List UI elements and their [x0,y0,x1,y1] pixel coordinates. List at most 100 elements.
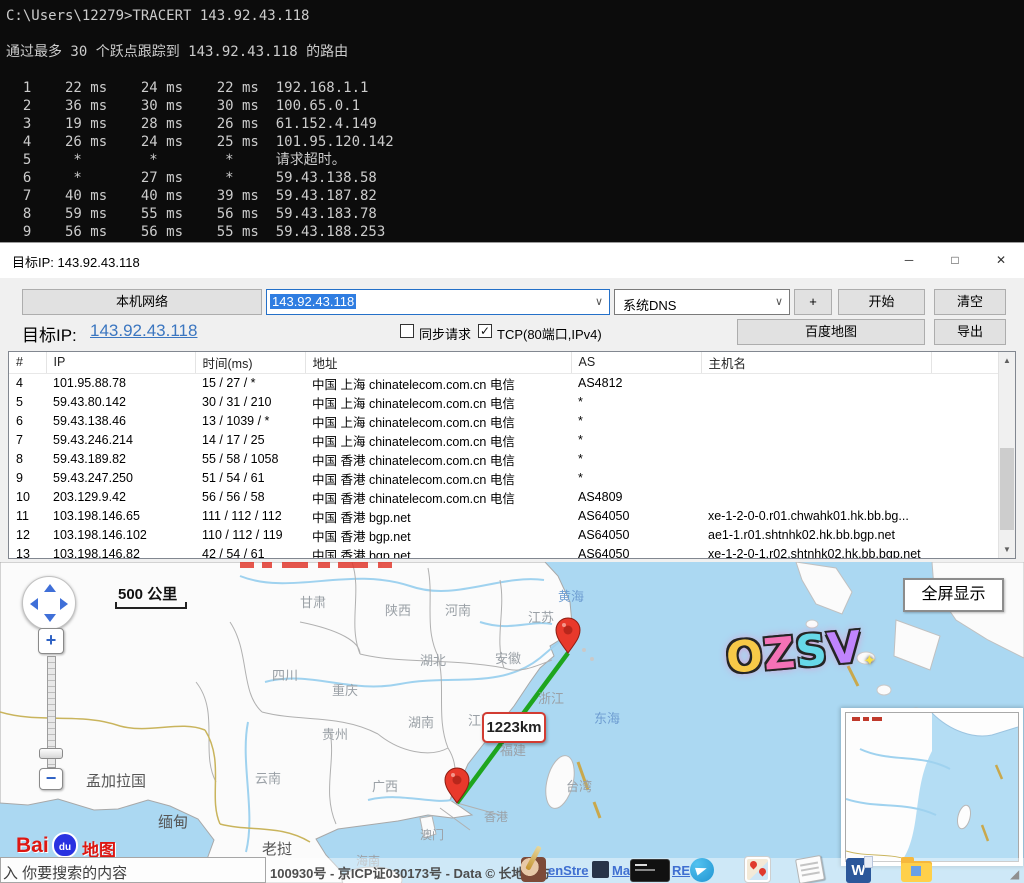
sync-request-checkbox[interactable] [400,324,414,338]
hop-table: #IP时间(ms)地址AS主机名 4101.95.88.7815 / 27 / … [8,351,1016,559]
table-cell [931,393,998,412]
local-network-button[interactable]: 本机网络 [22,289,262,315]
vertical-scrollbar[interactable]: ▲ ▼ [998,352,1015,558]
titlebar: 目标IP: 143.92.43.118 ─ □ ✕ [0,243,1024,278]
scrollbar-thumb[interactable] [1000,448,1014,530]
scroll-up-icon[interactable]: ▲ [999,352,1015,369]
table-cell [931,488,998,507]
table-cell [701,373,931,393]
clear-button[interactable]: 清空 [934,289,1006,315]
table-row[interactable]: 859.43.189.8255 / 58 / 1058中国 香港 chinate… [9,450,998,469]
minimize-button[interactable]: ─ [886,243,932,278]
table-row[interactable]: 4101.95.88.7815 / 27 / *中国 上海 chinatelec… [9,373,998,393]
baidu-map-button[interactable]: 百度地图 [737,319,925,345]
close-button[interactable]: ✕ [978,243,1024,278]
attribution-link[interactable]: enStre [548,863,588,878]
notepad-icon[interactable] [795,855,825,883]
table-row[interactable]: 559.43.80.14230 / 31 / 210中国 上海 chinatel… [9,393,998,412]
table-row[interactable]: 12103.198.146.102110 / 112 / 119中国 香港 bg… [9,526,998,545]
table-row[interactable]: 10203.129.9.4256 / 56 / 58中国 香港 chinatel… [9,488,998,507]
zoom-in-button[interactable]: + [38,628,64,654]
table-row[interactable]: 959.43.247.25051 / 54 / 61中国 香港 chinatel… [9,469,998,488]
terminal-line: 5 * * * 请求超时。 [6,151,1024,169]
pan-down-icon[interactable] [44,614,56,622]
column-header[interactable]: AS [571,352,701,373]
table-cell: 55 / 58 / 1058 [195,450,305,469]
table-cell [701,412,931,431]
scroll-down-icon[interactable]: ▼ [999,541,1015,558]
taskbar-search-box[interactable]: 入 你要搜索的内容 [0,857,266,883]
table-row[interactable]: 13103.198.146.8242 / 54 / 61中国 香港 bgp.ne… [9,545,998,560]
table-cell: 7 [9,431,46,450]
map-label: 台湾 [566,776,592,795]
target-ip-link[interactable]: 143.92.43.118 [90,321,197,341]
map-label: 甘肃 [300,592,326,611]
table-cell: xe-1-2-0-0.r01.chwahk01.hk.bb.bg... [701,507,931,526]
table-cell [931,373,998,393]
pan-right-icon[interactable] [60,598,68,610]
table-cell [701,450,931,469]
column-header[interactable]: 主机名 [701,352,931,373]
map-app-icon[interactable] [744,856,771,883]
island-dot [582,648,586,652]
baidu-map-panel[interactable]: 甘肃陕西河南江苏安徽湖北四川重庆浙江湖南江西福建贵州云南广西台湾香港澳门海南孟加… [0,562,1024,883]
terminal-line: 1 22 ms 24 ms 22 ms 192.168.1.1 [6,79,1024,97]
table-cell: * [571,450,701,469]
dns-select[interactable]: 系统DNS ∨ [614,289,790,315]
column-header[interactable]: IP [46,352,195,373]
table-cell: xe-1-2-0-1.r02.shtnhk02.hk.bb.bgp.net [701,545,931,560]
japan-island-2 [894,620,940,670]
table-cell: * [571,469,701,488]
fullscreen-button[interactable]: 全屏显示 [903,578,1004,612]
column-header[interactable] [931,352,998,373]
watermark-letter: V [825,622,864,675]
table-row[interactable]: 11103.198.146.65111 / 112 / 112中国 香港 bgp… [9,507,998,526]
table-cell: 111 / 112 / 112 [195,507,305,526]
overview-inset-map[interactable] [845,712,1019,862]
map-scale-bar [115,602,187,609]
folder-icon[interactable] [901,861,932,882]
avatar-app-icon[interactable] [521,857,546,882]
chevron-down-icon[interactable]: ∨ [775,295,783,308]
pan-up-icon[interactable] [44,584,56,592]
zoom-slider-handle[interactable] [39,748,63,759]
add-button[interactable]: + [794,289,832,315]
table-cell: 中国 上海 chinatelecom.com.cn 电信 [305,431,571,450]
column-header[interactable]: # [9,352,46,373]
start-button[interactable]: 开始 [838,289,925,315]
map-label: 湖北 [420,650,446,669]
map-pin-shanghai[interactable] [556,618,580,653]
table-cell: * [571,412,701,431]
chevron-down-icon[interactable]: ∨ [595,295,603,308]
attribution-link[interactable]: RE [672,863,690,878]
sparkle-icon: ✦ [863,651,878,670]
table-cell: 8 [9,450,46,469]
export-button[interactable]: 导出 [934,319,1006,345]
pan-left-icon[interactable] [30,598,38,610]
target-ip-combobox[interactable]: 143.92.43.118 ∨ [266,289,610,315]
table-cell: 10 [9,488,46,507]
terminal-app-icon[interactable] [630,859,670,882]
word-icon[interactable]: W [846,858,871,883]
table-cell: 59.43.247.250 [46,469,195,488]
maximize-button[interactable]: □ [932,243,978,278]
table-row[interactable]: 759.43.246.21414 / 17 / 25中国 上海 chinatel… [9,431,998,450]
table-cell: 5 [9,393,46,412]
map-label: 孟加拉国 [86,770,146,791]
table-header[interactable]: #IP时间(ms)地址AS主机名 [9,352,998,373]
map-label: 澳门 [420,826,444,843]
column-header[interactable]: 地址 [305,352,571,373]
column-header[interactable]: 时间(ms) [195,352,305,373]
map-label: 黄海 [558,586,584,605]
table-row[interactable]: 659.43.138.4613 / 1039 / *中国 上海 chinatel… [9,412,998,431]
dark-app-icon[interactable] [592,861,609,878]
terminal-line: 6 * 27 ms * 59.43.138.58 [6,169,1024,187]
table-cell: AS4812 [571,373,701,393]
telegram-icon[interactable] [690,858,714,882]
table-cell: 4 [9,373,46,393]
tcp-checkbox[interactable]: ✓ [478,324,492,338]
zoom-out-button[interactable]: − [39,768,63,790]
map-pan-control[interactable] [22,576,76,630]
cmd-terminal[interactable]: C:\Users\12279>TRACERT 143.92.43.118 通过最… [0,0,1024,242]
table-cell: 13 / 1039 / * [195,412,305,431]
